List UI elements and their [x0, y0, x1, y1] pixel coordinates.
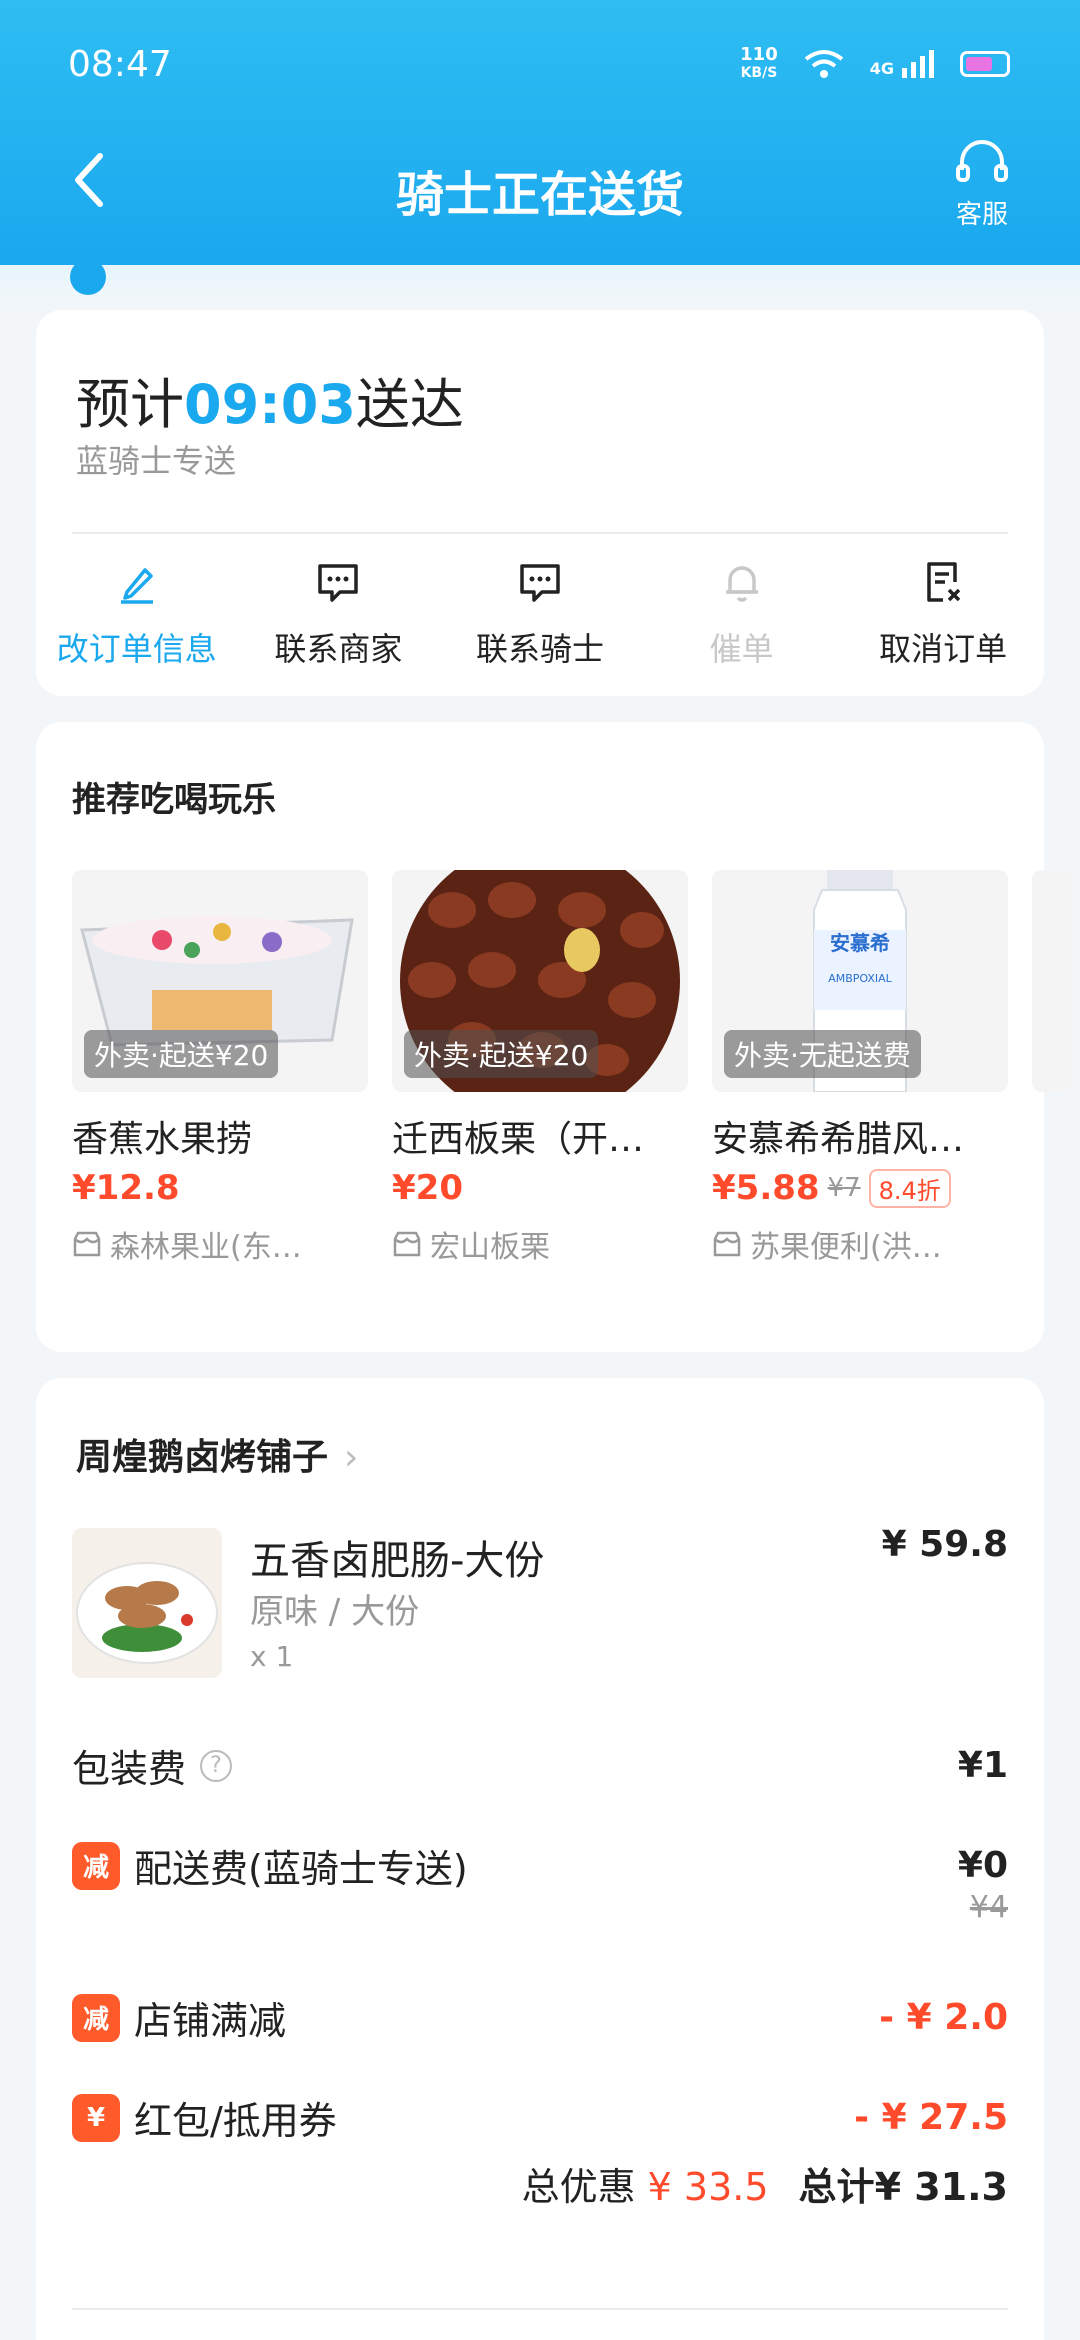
coupon-value: - ¥ 27.5: [854, 2097, 1008, 2138]
recommend-item[interactable]: 安慕希 AMBPOXIAL 外卖·无起送费 安慕希希腊风… ¥5.88 ¥7 8.…: [712, 870, 1008, 1270]
recommend-item[interactable]: 外卖·起送¥20 香蕉水果捞 ¥12.8 森林果业(东…: [72, 870, 368, 1270]
divider: [72, 2308, 1008, 2310]
shop-discount-value: - ¥ 2.0: [879, 1997, 1008, 2038]
cancel-order-button[interactable]: 取消订单: [842, 558, 1044, 670]
recommend-name: 香蕉水果捞: [72, 1119, 253, 1160]
customer-service-button[interactable]: 客服: [954, 140, 1010, 231]
recommend-shop: 苏果便利(洪…: [712, 1222, 1008, 1266]
chevron-right-icon: ›: [344, 1437, 359, 1478]
item-quantity: x 1: [250, 1640, 294, 1673]
discount-badge-icon: 减: [72, 1841, 120, 1890]
total-value: ¥ 31.3: [874, 2165, 1008, 2209]
recommend-title: 推荐吃喝玩乐: [72, 780, 276, 820]
status-icons: 110 KB/S 4G: [740, 46, 1010, 82]
total-row: 总优惠 ¥ 33.5 总计¥ 31.3: [521, 2165, 1008, 2209]
contact-merchant-button[interactable]: 联系商家: [238, 558, 440, 670]
packaging-fee-value: ¥1: [957, 1745, 1008, 1786]
brand-label: 安慕希: [830, 931, 890, 955]
chestnut-image: 外卖·起送¥20: [392, 870, 688, 1092]
discount-badge: 8.4折: [868, 1168, 951, 1208]
chat-icon: [520, 564, 560, 602]
network-speed: 110 KB/S: [740, 44, 778, 82]
store-icon: [393, 1231, 421, 1257]
delivery-status-card: 预计09:03送达 蓝骑士专送 改订单信息 联系商家 联系骑士 催单 取消订单: [36, 310, 1044, 696]
recommend-shop: 森林果业(东…: [72, 1222, 368, 1266]
item-price: ¥ 59.8: [881, 1524, 1008, 1565]
item-name: 五香卤肥肠-大份: [250, 1538, 545, 1584]
recommend-old-price: ¥7: [827, 1173, 861, 1203]
fruit-bowl-image: 外卖·起送¥20: [72, 870, 368, 1092]
recommend-item-partial[interactable]: [1032, 870, 1072, 1270]
contact-rider-button[interactable]: 联系骑士: [439, 558, 641, 670]
coupon-row: ¥ 红包/抵用券 - ¥ 27.5: [72, 2090, 1008, 2145]
food-image: [72, 1528, 222, 1678]
recommend-shop: 宏山板栗: [392, 1222, 688, 1266]
wifi-icon: [804, 50, 843, 78]
recommend-tag: 外卖·起送¥20: [84, 1030, 279, 1078]
recommend-price: ¥5.88 ¥7 8.4折: [712, 1168, 1008, 1208]
shop-discount-row: 减店铺满减 - ¥ 2.0: [72, 1990, 1008, 2045]
urge-order-button[interactable]: 催单: [641, 558, 843, 670]
delivery-fee-original: ¥4: [969, 1890, 1008, 1925]
page-title: 骑士正在送货: [395, 167, 684, 223]
packaging-fee-row: 包装费? ¥1: [72, 1745, 1008, 1791]
yogurt-bottle-image: 安慕希 AMBPOXIAL 外卖·无起送费: [712, 870, 1008, 1092]
divider: [72, 532, 1008, 534]
recommend-tag: 外卖·无起送费: [724, 1030, 921, 1078]
order-actions: 改订单信息 联系商家 联系骑士 催单 取消订单: [36, 558, 1044, 670]
status-time: 08:47: [68, 44, 172, 85]
item-spec: 原味 / 大份: [250, 1592, 420, 1632]
recommend-price: ¥12.8: [72, 1168, 180, 1208]
recommend-item[interactable]: 外卖·起送¥20 迁西板栗（开… ¥20 宏山板栗: [392, 870, 688, 1270]
rider-dot-icon: [70, 259, 106, 295]
discount-badge-icon: 减: [72, 1993, 120, 2042]
bell-icon: [725, 566, 758, 602]
eta-text: 预计09:03送达: [76, 373, 464, 436]
order-detail-card: 周煌鹅卤烤铺子 › 五香卤肥肠-大份 原味 / 大份 x 1 ¥ 59.8 包装费…: [36, 1378, 1044, 2340]
recommend-name: 迁西板栗（开…: [392, 1119, 645, 1160]
status-bar: 08:47 110 KB/S 4G: [0, 0, 1080, 130]
recommend-list: 外卖·起送¥20 香蕉水果捞 ¥12.8 森林果业(东… 外卖·起送¥20 迁西…: [72, 870, 1072, 1270]
chat-icon: [318, 564, 359, 602]
recommend-price: ¥20: [392, 1168, 463, 1208]
delivery-fee-row: 减配送费(蓝骑士专送) ¥0: [72, 1838, 1008, 1893]
coupon-badge-icon: ¥: [72, 2093, 120, 2142]
battery-icon: [960, 51, 1010, 77]
delivery-fee-value: ¥0: [957, 1845, 1008, 1886]
scroll-peek: [0, 259, 1080, 315]
edit-order-button[interactable]: 改订单信息: [36, 558, 238, 670]
recommend-card: 推荐吃喝玩乐 外卖·起送¥20 香蕉水果捞 ¥12.8 森林果业(东… 外卖·起…: [36, 722, 1072, 1352]
partial-image: [1032, 870, 1072, 1092]
brand-sub-label: AMBPOXIAL: [828, 972, 892, 985]
store-icon: [713, 1231, 741, 1257]
header-bar: 08:47 110 KB/S 4G 骑士正在送货 客服: [0, 0, 1080, 265]
recommend-name: 安慕希希腊风…: [712, 1119, 965, 1160]
rider-type: 蓝骑士专送: [76, 442, 237, 480]
headset-icon: [956, 140, 1008, 182]
help-icon[interactable]: ?: [200, 1749, 233, 1782]
total-discount-value: ¥ 33.5: [647, 2165, 769, 2209]
signal-icon: 4G: [870, 50, 934, 78]
store-icon: [73, 1231, 101, 1257]
shop-name-link[interactable]: 周煌鹅卤烤铺子 ›: [76, 1428, 358, 1480]
cancel-doc-icon: [927, 562, 961, 602]
recommend-tag: 外卖·起送¥20: [404, 1030, 599, 1078]
edit-icon: [120, 568, 153, 604]
